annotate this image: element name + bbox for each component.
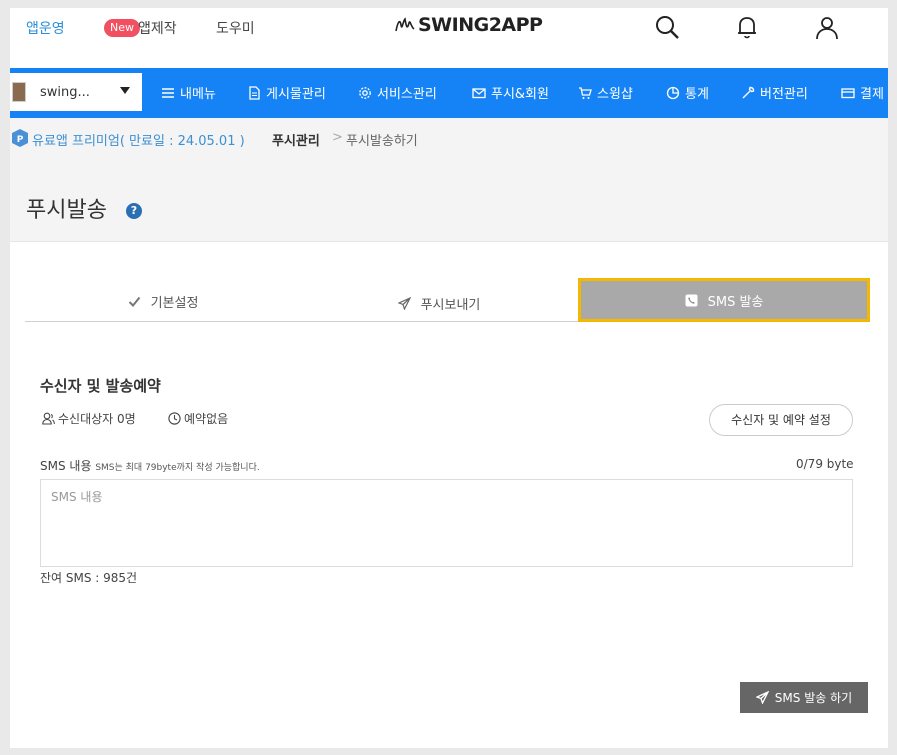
nav-item-label: 푸시&회원 <box>491 87 549 102</box>
breadcrumb-separator: > <box>332 130 343 145</box>
users-icon <box>42 412 55 425</box>
nav-item-shop[interactable]: 스윙샵 <box>578 83 633 102</box>
nav-link-help[interactable]: 도우미 <box>216 18 255 38</box>
app-frame: 앱운영 New 앱제작 도우미 SWING2APP swing... 내메뉴 게… <box>10 8 888 748</box>
section-title: 수신자 및 발송예약 <box>40 377 161 395</box>
clock-icon <box>168 412 181 425</box>
nav-item-label: 통계 <box>685 87 709 102</box>
send-sms-button-label: SMS 발송 하기 <box>774 691 853 705</box>
reservation-status-text: 예약없음 <box>184 412 229 426</box>
nav-item-service[interactable]: 서비스관리 <box>358 83 437 102</box>
nav-item-label: 게시물관리 <box>266 87 326 102</box>
gear-icon <box>359 86 371 99</box>
paper-plane-icon <box>397 296 411 310</box>
byte-counter: 0/79 byte <box>796 457 854 471</box>
logo-mark-icon <box>395 17 415 32</box>
premium-badge-letter: P <box>17 135 24 145</box>
user-icon[interactable] <box>812 12 842 42</box>
nav-item-my-menu[interactable]: 내메뉴 <box>161 83 216 102</box>
step-tabs: 기본설정 푸시보내기 SMS 발송 <box>25 278 870 324</box>
swing2app-logo[interactable]: SWING2APP <box>394 14 543 36</box>
wrench-icon <box>742 86 755 98</box>
recipient-count: 수신대상자 0명 <box>42 410 136 427</box>
plan-status[interactable]: 유료앱 프리미엄( 만료일 : 24.05.01 ) <box>32 130 245 149</box>
cart-icon <box>579 86 592 99</box>
send-sms-button[interactable]: SMS 발송 하기 <box>740 682 868 713</box>
new-badge: New <box>104 19 140 37</box>
nav-item-stats[interactable]: 통계 <box>666 83 709 102</box>
check-icon <box>128 296 140 307</box>
nav-item-version[interactable]: 버전관리 <box>741 83 808 102</box>
search-icon[interactable] <box>652 12 682 42</box>
sms-content-label: SMS 내용 SMS는 최대 79byte까지 작성 가능합니다. <box>40 457 260 474</box>
top-header: 앱운영 New 앱제작 도우미 SWING2APP <box>10 8 888 68</box>
recipient-count-text: 수신대상자 0명 <box>58 412 136 426</box>
menu-icon <box>162 87 174 98</box>
mail-icon <box>472 87 486 98</box>
remaining-sms-count: 잔여 SMS : 985건 <box>40 571 138 585</box>
nav-item-label: 결제 <box>860 87 884 102</box>
breadcrumb-current: 푸시발송하기 <box>346 134 418 149</box>
premium-badge-icon: P <box>12 129 28 147</box>
main-navbar: swing... 내메뉴 게시물관리 서비스관리 푸시&회원 스윙샵 통계 버전… <box>10 68 888 118</box>
nav-item-label: 내메뉴 <box>180 87 216 102</box>
sms-content-input[interactable] <box>40 479 853 567</box>
sms-label-text: SMS 내용 <box>40 459 92 473</box>
nav-item-payment[interactable]: 결제 <box>841 83 884 102</box>
nav-item-label: 스윙샵 <box>597 87 633 102</box>
breadcrumb: P 유료앱 프리미엄( 만료일 : 24.05.01 ) 푸시관리 > 푸시발송… <box>10 118 888 160</box>
tab-label: SMS 발송 <box>707 294 764 310</box>
tab-label: 푸시보내기 <box>420 297 481 313</box>
nav-link-operate[interactable]: 앱운영 <box>26 18 65 38</box>
sms-limit-note: SMS는 최대 79byte까지 작성 가능합니다. <box>95 463 260 473</box>
breadcrumb-parent[interactable]: 푸시관리 <box>272 130 320 149</box>
nav-item-posts[interactable]: 게시물관리 <box>247 83 326 102</box>
tab-send-push[interactable]: 푸시보내기 <box>301 282 577 324</box>
page-title-bar: 푸시발송 ? <box>10 160 888 242</box>
recipient-reservation-settings-button[interactable]: 수신자 및 예약 설정 <box>709 404 853 436</box>
app-selector[interactable]: swing... <box>10 73 142 111</box>
nav-item-label: 서비스관리 <box>377 87 437 102</box>
tab-label: 기본설정 <box>150 295 199 311</box>
card-icon <box>841 87 855 98</box>
nav-link-build[interactable]: 앱제작 <box>138 18 177 38</box>
tab-sms-send[interactable]: SMS 발송 <box>578 278 870 322</box>
nav-item-push-members[interactable]: 푸시&회원 <box>472 83 549 102</box>
page-title: 푸시발송 <box>26 198 107 223</box>
reservation-status: 예약없음 <box>168 410 228 427</box>
document-icon <box>249 85 260 100</box>
help-icon[interactable]: ? <box>126 203 142 219</box>
bell-icon[interactable] <box>732 12 762 42</box>
nav-item-label: 버전관리 <box>760 87 808 102</box>
app-thumbnail <box>12 82 26 102</box>
app-selector-label: swing... <box>40 84 90 100</box>
caret-down-icon <box>120 87 130 94</box>
pie-chart-icon <box>666 86 680 99</box>
logo-text: SWING2APP <box>418 14 543 36</box>
paper-plane-icon <box>755 691 769 704</box>
phone-icon <box>685 294 698 306</box>
tab-basic-settings[interactable]: 기본설정 <box>25 280 301 322</box>
